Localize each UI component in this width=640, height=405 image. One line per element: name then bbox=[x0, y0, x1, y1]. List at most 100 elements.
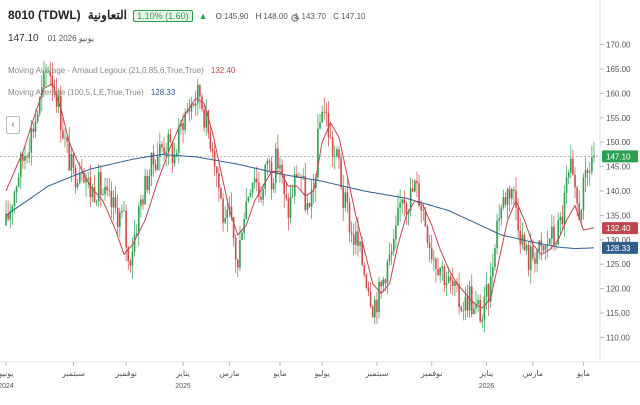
symbol-code[interactable]: 8010 (TDWL) bbox=[8, 8, 81, 22]
candle-body bbox=[401, 199, 404, 204]
candle-body bbox=[479, 300, 481, 322]
candle-body bbox=[156, 156, 159, 170]
candle-body bbox=[76, 183, 79, 188]
candle-body bbox=[496, 220, 498, 249]
candle-body bbox=[22, 153, 24, 161]
candle-body bbox=[593, 155, 595, 158]
candle-body bbox=[342, 187, 345, 208]
candle-body bbox=[544, 245, 547, 251]
last-price-tag: 147.10 bbox=[606, 152, 631, 161]
candle-body bbox=[504, 197, 507, 205]
candle-body bbox=[563, 192, 566, 224]
y-tick-label: 160.00 bbox=[606, 89, 631, 98]
candle-body bbox=[178, 126, 180, 153]
x-tick-label: يناير bbox=[175, 369, 190, 378]
candle-body bbox=[405, 203, 408, 215]
candle-body bbox=[403, 199, 406, 204]
candle-body bbox=[388, 254, 391, 262]
y-tick-label: 155.00 bbox=[606, 114, 631, 123]
candle-body bbox=[30, 128, 33, 153]
candle-body bbox=[591, 157, 593, 172]
candle-body bbox=[70, 154, 73, 171]
candle-body bbox=[199, 84, 201, 97]
candle-body bbox=[458, 284, 460, 307]
candle-body bbox=[167, 134, 170, 152]
candle-body bbox=[154, 164, 157, 170]
candle-body bbox=[426, 226, 429, 243]
ohlc-readout: O 145.90 H 148.00 L 143.70 C 147.10 bbox=[215, 12, 366, 21]
candle-body bbox=[62, 130, 64, 139]
candle-body bbox=[260, 196, 262, 200]
x-tick-label: يونيو bbox=[0, 369, 14, 378]
candle-body bbox=[561, 216, 564, 224]
candle-body bbox=[513, 189, 515, 191]
candle-body bbox=[264, 164, 267, 190]
candle-body bbox=[121, 211, 123, 213]
candle-body bbox=[477, 300, 479, 304]
candle-body bbox=[422, 210, 425, 212]
chevron-left-icon[interactable]: ‹ bbox=[6, 116, 20, 134]
candle-body bbox=[146, 176, 149, 191]
candle-body bbox=[78, 172, 81, 184]
y-tick-label: 115.00 bbox=[606, 309, 630, 318]
candle-body bbox=[188, 110, 191, 112]
candle-body bbox=[443, 266, 446, 286]
candle-body bbox=[517, 207, 519, 231]
x-tick-label: مايو bbox=[576, 369, 590, 378]
candle-body bbox=[17, 177, 20, 187]
candle-body bbox=[567, 172, 570, 178]
candle-body bbox=[293, 174, 296, 196]
candle-body bbox=[395, 225, 397, 240]
candle-body bbox=[74, 167, 77, 188]
candle-body bbox=[306, 203, 309, 210]
candle-body bbox=[116, 208, 119, 227]
last-date: 01 يونيو 2026 bbox=[47, 34, 94, 43]
candle-body bbox=[93, 187, 96, 203]
price-chart[interactable]: 110.00115.00120.00125.00130.00135.00140.… bbox=[0, 0, 640, 400]
candle-body bbox=[386, 261, 389, 284]
candle-body bbox=[194, 103, 197, 106]
candle-body bbox=[302, 176, 304, 178]
candle-body bbox=[525, 244, 528, 251]
chart-area[interactable]: 110.00 115.00 120.00 125.00 130.00 135.00 140.… bbox=[0, 0, 640, 400]
candle-body bbox=[102, 194, 104, 195]
candle-body bbox=[454, 282, 456, 287]
candle-body bbox=[213, 151, 216, 167]
candle-body bbox=[262, 189, 264, 200]
y-tick-label: 125.00 bbox=[606, 260, 631, 269]
candle-body bbox=[392, 239, 395, 252]
candle-body bbox=[220, 187, 222, 199]
candle-body bbox=[451, 280, 454, 287]
candle-body bbox=[34, 121, 37, 132]
candle-body bbox=[553, 226, 555, 245]
candle-body bbox=[100, 172, 102, 195]
candle-body bbox=[66, 137, 68, 142]
candle-body bbox=[289, 196, 292, 218]
candle-body bbox=[59, 96, 62, 131]
candle-body bbox=[125, 210, 127, 248]
candle-body bbox=[582, 177, 585, 211]
candle-body bbox=[508, 188, 511, 199]
candle-body bbox=[112, 197, 115, 208]
x-tick-label: مايو bbox=[272, 369, 286, 378]
candle-body bbox=[363, 264, 366, 275]
candle-body bbox=[336, 149, 338, 156]
indicator-alma[interactable]: Moving Average - Arnaud Legoux (21,0.85,… bbox=[8, 64, 235, 76]
candle-body bbox=[559, 216, 562, 221]
candle-body bbox=[523, 234, 526, 251]
candle-body bbox=[580, 210, 583, 220]
candle-body bbox=[447, 276, 450, 283]
candle-body bbox=[430, 247, 433, 259]
candle-body bbox=[133, 234, 136, 252]
indicator-ema[interactable]: Moving Average (100,5,1,E,True,True) 128… bbox=[8, 86, 175, 98]
candle-body bbox=[281, 164, 283, 175]
candle-body bbox=[416, 180, 418, 184]
candle-body bbox=[433, 258, 435, 260]
gear-icon[interactable]: ⚙ bbox=[290, 12, 300, 25]
symbol-name[interactable]: التعاونية bbox=[88, 8, 127, 22]
candle-body bbox=[196, 84, 199, 104]
candle-body bbox=[500, 207, 503, 219]
candle-body bbox=[165, 151, 167, 154]
candle-body bbox=[142, 199, 144, 205]
candle-body bbox=[369, 291, 372, 307]
